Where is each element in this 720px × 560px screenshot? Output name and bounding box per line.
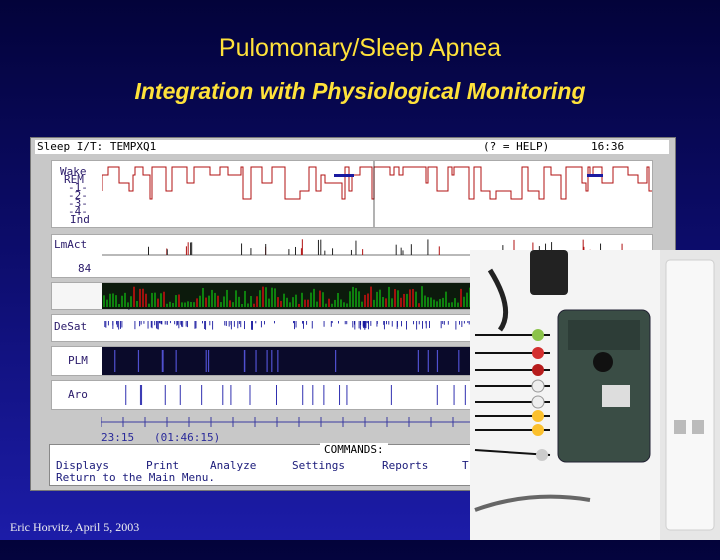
help-hint[interactable]: (? = HELP) [483, 140, 549, 154]
lmact-value: 84 [78, 262, 92, 275]
command-t[interactable]: T [462, 459, 469, 472]
device-illustration [470, 250, 720, 540]
command-help-text: Return to the Main Menu. [56, 471, 215, 484]
commands-title: COMMANDS: [320, 443, 388, 456]
aro-label: Aro [68, 388, 88, 401]
hypnogram-line [102, 166, 652, 200]
plm-label: PLM [68, 354, 88, 367]
stage-ind-label: Ind [70, 213, 90, 226]
rem-marker [587, 174, 603, 177]
lmact-label: LmAct [54, 238, 88, 251]
elapsed-time: (01:46:15) [154, 431, 221, 444]
time-row: 23:15 (01:46:15) [101, 431, 220, 444]
start-time: 23:15 [101, 431, 135, 444]
command-analyze[interactable]: Analyze [210, 459, 256, 472]
hypnogram-panel: Wake REM -1- -2- -3- -4- Ind [51, 160, 653, 228]
monitor-device-photo [470, 250, 720, 540]
app-header: Sleep I/T: TEMPXQ1 (? = HELP) 16:36 [35, 140, 669, 154]
app-header-title: Sleep I/T: TEMPXQ1 [37, 140, 157, 153]
clock-time: 16:36 [591, 140, 625, 153]
desat-label: DeSat [54, 320, 88, 333]
command-settings[interactable]: Settings [292, 459, 345, 472]
hypnogram-trace [102, 161, 652, 227]
slide-subtitle: Integration with Physiological Monitorin… [134, 78, 586, 104]
command-reports[interactable]: Reports [382, 459, 428, 472]
slide-footer: Eric Horvitz, April 5, 2003 [10, 520, 140, 534]
slide-title: Pulomonary/Sleep Apnea [218, 34, 502, 62]
rem-marker [334, 174, 354, 177]
